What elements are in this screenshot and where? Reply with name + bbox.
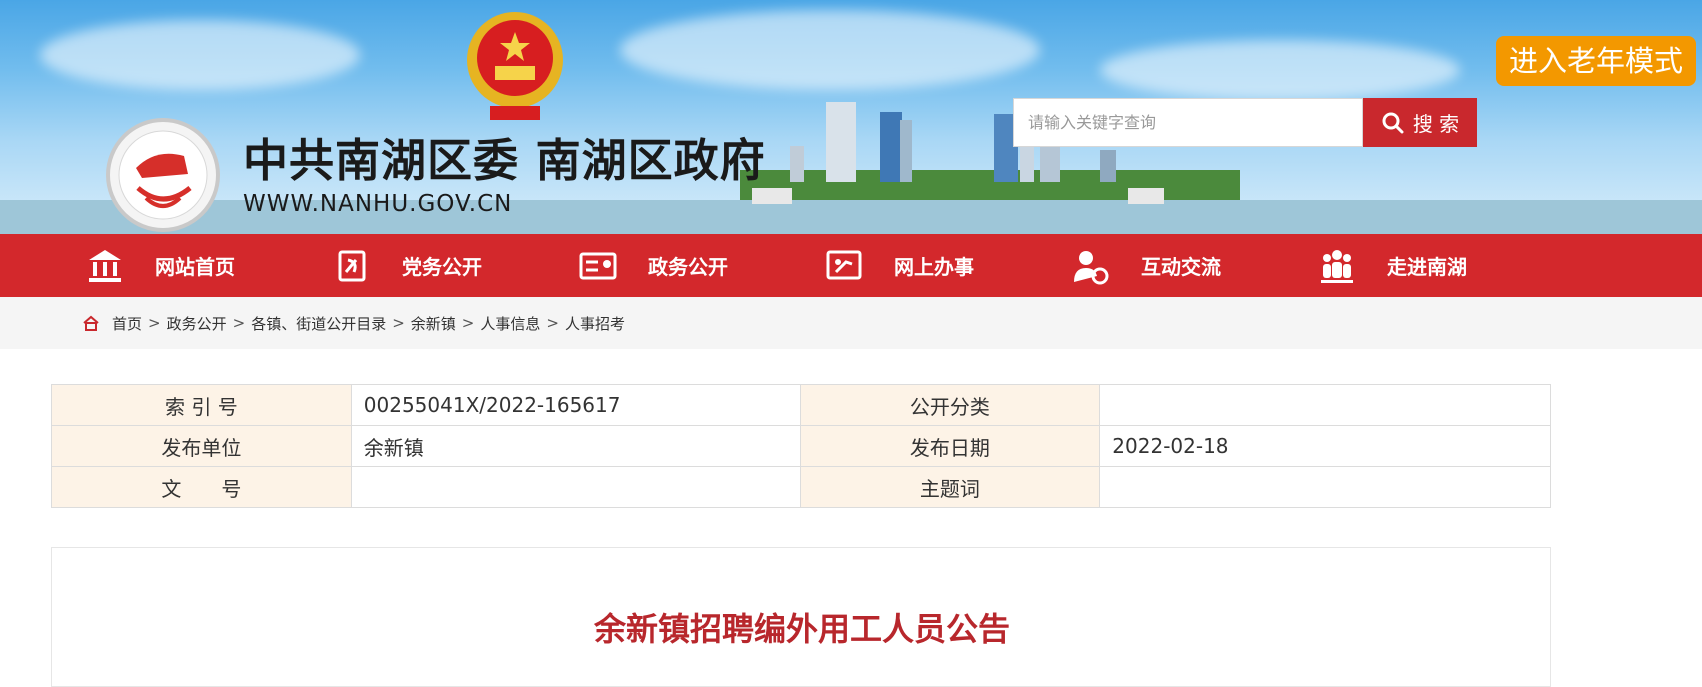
breadcrumb-separator: > (148, 314, 161, 332)
breadcrumb-item[interactable]: 各镇、街道公开目录 (251, 313, 386, 334)
document-meta-table: 索 引 号 00255041X/2022-165617 公开分类 发布单位 余新… (51, 384, 1551, 508)
nav-item-about-nanhu[interactable]: 走进南湖 (1317, 234, 1467, 297)
site-header: 中共南湖区委 南湖区政府 WWW.NANHU.GOV.CN 进入老年模式 请输入… (0, 0, 1702, 234)
breadcrumb-item[interactable]: 余新镇 (411, 313, 456, 334)
table-row: 发布单位 余新镇 发布日期 2022-02-18 (51, 425, 1551, 467)
breadcrumb: 首页 > 政务公开 > 各镇、街道公开目录 > 余新镇 > 人事信息 > 人事招… (82, 297, 625, 349)
people-group-icon (1321, 249, 1353, 283)
breadcrumb-separator: > (546, 314, 559, 332)
nav-label: 党务公开 (402, 255, 482, 279)
site-url: WWW.NANHU.GOV.CN (243, 191, 513, 217)
meta-value-keywords (1099, 466, 1551, 508)
search-input[interactable]: 请输入关键字查询 (1013, 98, 1363, 147)
main-nav: 网站首页 党务公开 政务公开 网上办事 互动交流 走进南湖 (0, 234, 1702, 297)
meta-value-publisher: 余新镇 (350, 425, 801, 467)
breadcrumb-bar: 首页 > 政务公开 > 各镇、街道公开目录 > 余新镇 > 人事信息 > 人事招… (0, 297, 1702, 349)
nav-label: 走进南湖 (1387, 255, 1467, 279)
meta-value-category (1099, 384, 1551, 426)
nav-item-online-services[interactable]: 网上办事 (824, 234, 974, 297)
national-emblem-icon (467, 12, 563, 120)
breadcrumb-separator: > (232, 314, 246, 332)
meta-value-date: 2022-02-18 (1099, 425, 1551, 467)
id-card-icon (579, 252, 617, 279)
meta-label-index: 索 引 号 (51, 384, 352, 426)
meta-label-date: 发布日期 (799, 425, 1101, 467)
nav-item-home[interactable]: 网站首页 (85, 234, 235, 297)
breadcrumb-item[interactable]: 人事招考 (565, 313, 625, 334)
site-title: 中共南湖区委 南湖区政府 (243, 134, 766, 187)
nav-label: 网上办事 (894, 255, 974, 279)
meta-label-doc-number: 文 号 (51, 466, 352, 508)
breadcrumb-separator: > (392, 314, 405, 332)
nav-label: 网站首页 (155, 255, 235, 279)
search-button-label: 搜 索 (1412, 112, 1460, 136)
article-container: 余新镇招聘编外用工人员公告 (51, 547, 1551, 687)
home-icon (83, 315, 99, 331)
breadcrumb-item[interactable]: 人事信息 (480, 313, 540, 334)
meta-label-category: 公开分类 (799, 384, 1101, 426)
government-building-icon (89, 249, 121, 282)
search-button[interactable]: 搜 索 (1363, 98, 1477, 147)
meta-value-doc-number (350, 466, 801, 508)
breadcrumb-separator: > (461, 314, 475, 332)
breadcrumb-item[interactable]: 首页 (112, 313, 142, 334)
table-row: 索 引 号 00255041X/2022-165617 公开分类 (51, 384, 1551, 426)
nav-item-party-affairs[interactable]: 党务公开 (332, 234, 482, 297)
breadcrumb-item[interactable]: 政务公开 (167, 313, 227, 334)
table-row: 文 号 主题词 (51, 466, 1551, 508)
meta-label-publisher: 发布单位 (51, 425, 352, 467)
nav-label: 互动交流 (1141, 255, 1221, 279)
nav-item-government-affairs[interactable]: 政务公开 (578, 234, 728, 297)
nav-label: 政务公开 (648, 255, 728, 279)
article-title: 余新镇招聘编外用工人员公告 (593, 610, 1010, 648)
elder-mode-button[interactable]: 进入老年模式 (1496, 36, 1696, 86)
user-chat-icon (1074, 250, 1109, 284)
meta-label-keywords: 主题词 (799, 466, 1101, 508)
online-service-icon (826, 250, 862, 279)
party-flag-icon (338, 250, 366, 281)
meta-value-index: 00255041X/2022-165617 (350, 384, 801, 426)
search-icon (1382, 112, 1404, 133)
nav-item-interaction[interactable]: 互动交流 (1071, 234, 1221, 297)
district-seal-logo (106, 118, 220, 232)
